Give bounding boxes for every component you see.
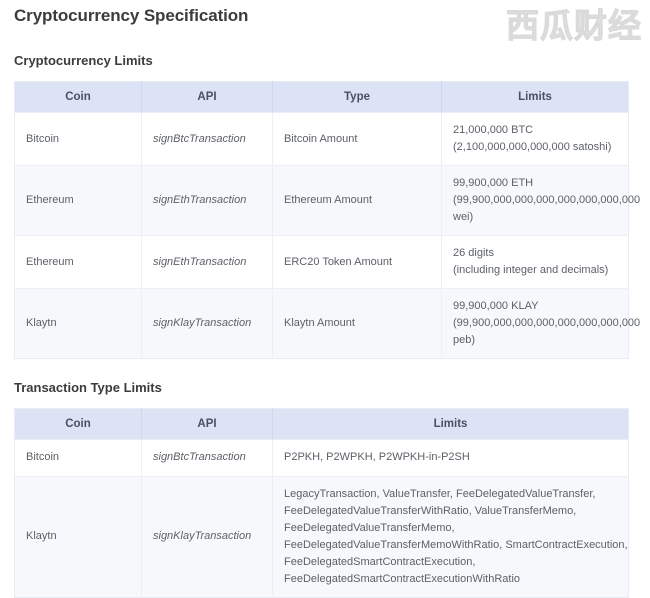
transaction-type-limits-table: Coin API Limits Bitcoin signBtcTransacti…: [14, 408, 629, 598]
cell-limits: 99,900,000 ETH (99,900,000,000,000,000,0…: [441, 165, 641, 236]
table-row: Bitcoin signBtcTransaction P2PKH, P2WPKH…: [14, 439, 629, 477]
cell-limits: LegacyTransaction, ValueTransfer, FeeDel…: [272, 475, 629, 598]
cell-type: ERC20 Token Amount: [272, 235, 442, 289]
document-page: 西瓜财经 Cryptocurrency Specification Crypto…: [0, 0, 650, 598]
cell-limits: 21,000,000 BTC (2,100,000,000,000,000 sa…: [441, 111, 629, 166]
cell-api: signKlayTransaction: [141, 475, 273, 598]
limits-line: (including integer and decimals): [453, 264, 609, 277]
cell-coin: Bitcoin: [14, 439, 142, 477]
limits-line: 26 digits: [453, 247, 494, 260]
cell-api: signKlayTransaction: [141, 288, 273, 359]
table-row: Ethereum signEthTransaction Ethereum Amo…: [14, 165, 641, 236]
limits-line: FeeDelegatedSmartContractExecutionWithRa…: [284, 572, 521, 585]
section-heading-cryptocurrency-limits: Cryptocurrency Limits: [14, 53, 153, 68]
column-header-coin: Coin: [14, 81, 142, 113]
table-row: Bitcoin signBtcTransaction Bitcoin Amoun…: [14, 111, 629, 166]
cell-limits: 99,900,000 KLAY (99,900,000,000,000,000,…: [441, 288, 641, 359]
column-header-limits: Limits: [441, 81, 629, 113]
limits-line: (2,100,000,000,000,000 satoshi): [453, 141, 612, 154]
limits-line: (99,900,000,000,000,000,000,000,000: [453, 194, 641, 207]
table-header-row: Coin API Type Limits: [14, 81, 629, 113]
cell-coin: Ethereum: [14, 165, 142, 236]
limits-line: peb): [453, 334, 476, 347]
limits-line: FeeDelegatedValueTransferWithRatio, Valu…: [284, 504, 577, 517]
limits-line: 21,000,000 BTC: [453, 124, 534, 136]
limits-line: 99,900,000 ETH: [453, 177, 534, 190]
column-header-api: API: [141, 81, 273, 113]
table-header: Coin API Type Limits: [14, 81, 629, 113]
cell-limits: P2PKH, P2WPKH, P2WPKH-in-P2SH: [272, 439, 629, 477]
table-body: Bitcoin signBtcTransaction Bitcoin Amoun…: [14, 111, 641, 359]
limits-line: FeeDelegatedValueTransferMemo,: [284, 521, 455, 534]
cell-api: signEthTransaction: [141, 165, 273, 236]
column-header-type: Type: [272, 81, 442, 113]
section-heading-transaction-type-limits: Transaction Type Limits: [14, 380, 162, 396]
cell-type: Ethereum Amount: [272, 165, 442, 236]
limits-line: (99,900,000,000,000,000,000,000,000: [453, 317, 641, 330]
cell-coin: Klaytn: [14, 288, 142, 359]
table-header: Coin API Limits: [14, 408, 629, 441]
column-header-coin: Coin: [14, 408, 142, 441]
limits-line: P2PKH, P2WPKH, P2WPKH-in-P2SH: [284, 451, 470, 464]
cell-coin: Bitcoin: [14, 111, 142, 166]
table-row: Klaytn signKlayTransaction Klaytn Amount…: [14, 288, 641, 359]
cryptocurrency-limits-table: Coin API Type Limits Bitcoin signBtcTran…: [14, 81, 641, 360]
cell-limits: 26 digits (including integer and decimal…: [441, 235, 629, 289]
table-header-row: Coin API Limits: [14, 408, 629, 441]
cell-api: signBtcTransaction: [141, 439, 273, 477]
page-title: Cryptocurrency Specification: [14, 6, 249, 25]
table-row: Klaytn signKlayTransaction LegacyTransac…: [14, 475, 629, 598]
table-body: Bitcoin signBtcTransaction P2PKH, P2WPKH…: [14, 439, 629, 598]
limits-line: FeeDelegatedSmartContractExecution,: [284, 555, 476, 568]
limits-line: LegacyTransaction, ValueTransfer, FeeDel…: [284, 487, 596, 500]
limits-line: FeeDelegatedValueTransferMemoWithRatio, …: [284, 538, 628, 551]
column-header-limits: Limits: [272, 408, 629, 441]
cell-coin: Klaytn: [14, 475, 142, 598]
cell-type: Bitcoin Amount: [272, 111, 442, 166]
cell-api: signBtcTransaction: [141, 111, 273, 166]
table-row: Ethereum signEthTransaction ERC20 Token …: [14, 235, 629, 289]
column-header-api: API: [141, 408, 273, 441]
cell-type: Klaytn Amount: [272, 288, 442, 359]
cell-api: signEthTransaction: [141, 235, 273, 289]
limits-line: 99,900,000 KLAY: [453, 300, 539, 313]
limits-line: wei): [453, 211, 474, 224]
cell-coin: Ethereum: [14, 235, 142, 289]
